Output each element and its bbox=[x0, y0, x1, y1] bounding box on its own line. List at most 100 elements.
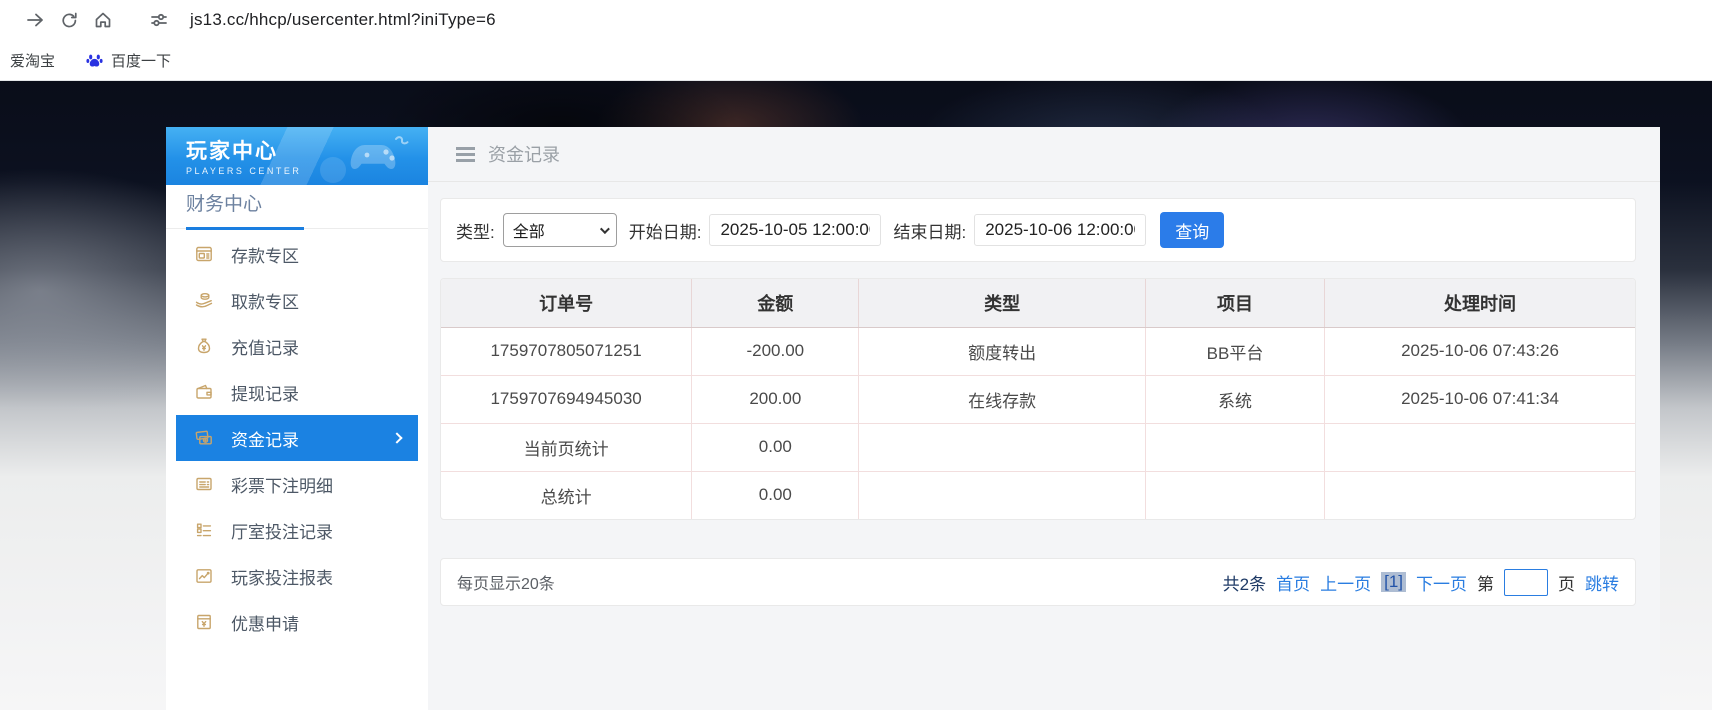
jump-suffix-label: 页 bbox=[1558, 570, 1575, 595]
sidebar-item-deposit-zone[interactable]: 存款专区 bbox=[176, 231, 418, 277]
jump-action-link[interactable]: 跳转 bbox=[1585, 570, 1619, 595]
home-icon bbox=[93, 10, 113, 30]
chevron-right-icon bbox=[391, 432, 402, 443]
prev-page-link[interactable]: 上一页 bbox=[1320, 570, 1371, 595]
grid-list-icon bbox=[194, 520, 214, 540]
sidebar: 玩家中心 PLAYERS CENTER 财务中心 存款专区 取款专区 充值记录 bbox=[166, 127, 428, 710]
bookmarks-bar: 爱淘宝 百度一下 bbox=[0, 40, 1712, 81]
table-row: 1759707694945030 200.00 在线存款 系统 2025-10-… bbox=[441, 375, 1635, 423]
table-cell bbox=[859, 423, 1146, 471]
sidebar-item-label: 存款专区 bbox=[231, 242, 299, 267]
per-page-label: 每页显示20条 bbox=[457, 570, 555, 594]
funds-table: 订单号 金额 类型 项目 处理时间 1759707805071251 -200.… bbox=[441, 279, 1635, 519]
sidebar-item-label: 充值记录 bbox=[231, 334, 299, 359]
list-note-icon bbox=[194, 474, 214, 494]
table-cell: 0.00 bbox=[692, 471, 859, 519]
sidebar-item-lottery-bet-details[interactable]: 彩票下注明细 bbox=[176, 461, 418, 507]
bookmark-aitaobao[interactable]: 爱淘宝 bbox=[10, 50, 55, 71]
sidebar-item-label: 彩票下注明细 bbox=[231, 472, 333, 497]
next-page-link[interactable]: 下一页 bbox=[1416, 570, 1467, 595]
table-cell bbox=[859, 471, 1146, 519]
promo-box-icon bbox=[194, 612, 214, 632]
table-cell: 1759707694945030 bbox=[441, 375, 692, 423]
sidebar-item-promo-application[interactable]: 优惠申请 bbox=[176, 599, 418, 645]
table-cell bbox=[1325, 471, 1635, 519]
table-cell: 2025-10-06 07:41:34 bbox=[1325, 375, 1635, 423]
table-header-cell: 项目 bbox=[1145, 279, 1324, 327]
table-cell: 2025-10-06 07:43:26 bbox=[1325, 327, 1635, 375]
site-info-tune-icon bbox=[150, 11, 168, 29]
end-date-input[interactable] bbox=[974, 214, 1146, 246]
table-cell: 总统计 bbox=[441, 471, 692, 519]
type-label: 类型: bbox=[456, 218, 495, 243]
chevron-down-icon bbox=[600, 224, 610, 234]
reload-icon bbox=[60, 11, 79, 30]
table-cell: 200.00 bbox=[692, 375, 859, 423]
site-info-button[interactable] bbox=[142, 3, 176, 37]
type-select[interactable]: 全部 bbox=[503, 213, 617, 247]
sidebar-item-funds-records[interactable]: 资金记录 bbox=[176, 415, 418, 461]
table-cell bbox=[1145, 471, 1324, 519]
bookmark-baidu[interactable]: 百度一下 bbox=[85, 50, 171, 71]
sidebar-item-player-bet-report[interactable]: 玩家投注报表 bbox=[176, 553, 418, 599]
table-cell: 在线存款 bbox=[859, 375, 1146, 423]
funds-table-panel: 订单号 金额 类型 项目 处理时间 1759707805071251 -200.… bbox=[440, 278, 1636, 520]
end-date-label: 结束日期: bbox=[893, 218, 966, 243]
table-cell: -200.00 bbox=[692, 327, 859, 375]
jump-page-input[interactable] bbox=[1504, 569, 1548, 596]
sidebar-item-label: 厅室投注记录 bbox=[231, 518, 333, 543]
search-button[interactable]: 查询 bbox=[1160, 212, 1224, 248]
sidebar-item-hall-bet-records[interactable]: 厅室投注记录 bbox=[176, 507, 418, 553]
table-cell: 当前页统计 bbox=[441, 423, 692, 471]
forward-button[interactable] bbox=[18, 3, 52, 37]
pagination-bar: 每页显示20条 共2条 首页 上一页 [1] 下一页 第 页 跳转 bbox=[440, 558, 1636, 606]
forward-icon bbox=[25, 10, 45, 30]
table-cell: 1759707805071251 bbox=[441, 327, 692, 375]
line-chart-icon bbox=[194, 566, 214, 586]
reload-button[interactable] bbox=[52, 3, 86, 37]
first-page-link[interactable]: 首页 bbox=[1276, 570, 1310, 595]
table-row-page-stats: 当前页统计 0.00 bbox=[441, 423, 1635, 471]
address-bar[interactable]: js13.cc/hhcp/usercenter.html?iniType=6 bbox=[190, 10, 496, 30]
table-cell: 额度转出 bbox=[859, 327, 1146, 375]
bank-cards-icon bbox=[194, 428, 214, 448]
money-bag-icon bbox=[194, 336, 214, 356]
hand-coins-icon bbox=[194, 290, 214, 310]
pager-controls: 共2条 首页 上一页 [1] 下一页 第 页 跳转 bbox=[1223, 569, 1619, 596]
table-row-total-stats: 总统计 0.00 bbox=[441, 471, 1635, 519]
sidebar-item-label: 玩家投注报表 bbox=[231, 564, 333, 589]
sidebar-item-label: 提现记录 bbox=[231, 380, 299, 405]
home-button[interactable] bbox=[86, 3, 120, 37]
table-header-row: 订单号 金额 类型 项目 处理时间 bbox=[441, 279, 1635, 327]
table-cell: 0.00 bbox=[692, 423, 859, 471]
browser-toolbar: js13.cc/hhcp/usercenter.html?iniType=6 bbox=[0, 0, 1712, 40]
filter-bar: 类型: 全部 开始日期: 结束日期: 查询 bbox=[440, 198, 1636, 262]
main-content: 资金记录 类型: 全部 开始日期: 结束日期: 查询 订单号 金额 类型 项目 … bbox=[428, 127, 1660, 710]
table-header-cell: 订单号 bbox=[441, 279, 692, 327]
baidu-paw-icon bbox=[85, 51, 104, 70]
sidebar-item-withdrawal-records[interactable]: 提现记录 bbox=[176, 369, 418, 415]
table-header-cell: 金额 bbox=[692, 279, 859, 327]
start-date-input[interactable] bbox=[709, 214, 881, 246]
table-cell: 系统 bbox=[1145, 375, 1324, 423]
sidebar-item-withdraw-zone[interactable]: 取款专区 bbox=[176, 277, 418, 323]
jump-prefix-label: 第 bbox=[1477, 570, 1494, 595]
table-header-cell: 处理时间 bbox=[1325, 279, 1635, 327]
table-cell bbox=[1145, 423, 1324, 471]
sidebar-item-label: 取款专区 bbox=[231, 288, 299, 313]
sidebar-item-recharge-records[interactable]: 充值记录 bbox=[176, 323, 418, 369]
sidebar-header: 玩家中心 PLAYERS CENTER bbox=[166, 127, 428, 185]
sidebar-nav: 存款专区 取款专区 充值记录 提现记录 资金记录 bbox=[166, 229, 428, 645]
table-header-cell: 类型 bbox=[859, 279, 1146, 327]
deposit-machine-icon bbox=[194, 244, 214, 264]
current-page-indicator: [1] bbox=[1381, 572, 1406, 592]
table-cell: BB平台 bbox=[1145, 327, 1324, 375]
start-date-label: 开始日期: bbox=[629, 218, 702, 243]
main-header: 资金记录 bbox=[428, 127, 1660, 182]
finance-center-section-title: 财务中心 bbox=[166, 185, 428, 229]
total-count-label: 共2条 bbox=[1223, 570, 1266, 595]
table-row: 1759707805071251 -200.00 额度转出 BB平台 2025-… bbox=[441, 327, 1635, 375]
menu-toggle-icon[interactable] bbox=[456, 147, 475, 162]
wallet-icon bbox=[194, 382, 214, 402]
gamepad-icon bbox=[338, 131, 424, 183]
